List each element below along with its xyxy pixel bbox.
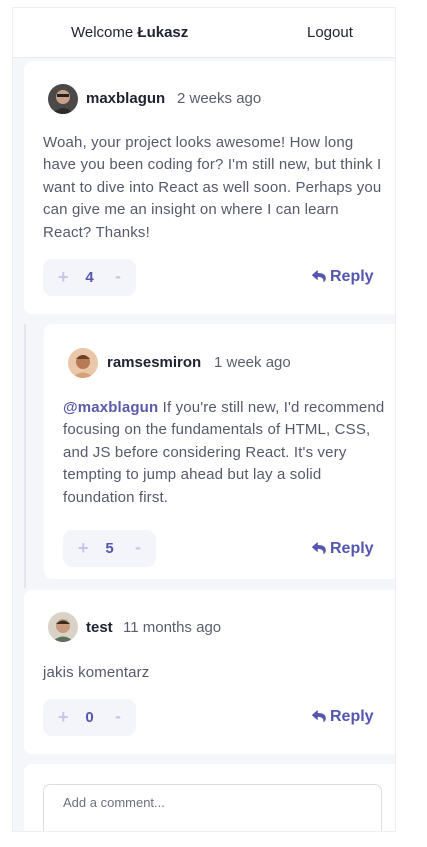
comment-card: test 11 months ago jakis komentarz + 0 -…: [24, 590, 395, 754]
comment-text: Woah, your project looks awesome! How lo…: [43, 134, 382, 241]
vote-control: + 5 -: [63, 530, 156, 567]
vote-control: + 0 -: [43, 699, 136, 736]
app-frame: Welcome Łukasz Logout maxblagun 2 weeks …: [13, 8, 395, 831]
avatar: [48, 612, 78, 642]
comment-username[interactable]: test: [86, 619, 113, 636]
reply-label: Reply: [330, 540, 374, 557]
comment-username[interactable]: ramsesmiron: [107, 354, 201, 371]
comment-time: 11 months ago: [123, 619, 222, 636]
comment-input-placeholder: Add a comment...: [63, 795, 165, 810]
reply-arrow-icon: [312, 270, 326, 282]
comment-time: 2 weeks ago: [177, 90, 262, 107]
vote-control: + 4 -: [43, 259, 136, 296]
reply-button[interactable]: Reply: [312, 708, 374, 726]
comment-username[interactable]: maxblagun: [86, 90, 165, 107]
reply-arrow-icon: [312, 542, 326, 554]
logout-button[interactable]: Logout: [307, 24, 353, 41]
welcome-prefix: Welcome: [71, 24, 134, 41]
vote-score: 4: [85, 269, 94, 286]
comment-text: @maxblagun If you're still new, I'd reco…: [63, 397, 385, 509]
mention-link[interactable]: @maxblagun: [63, 399, 158, 416]
current-username: Łukasz: [137, 24, 189, 41]
reply-button[interactable]: Reply: [312, 540, 374, 558]
reply-thread-line: [24, 324, 26, 588]
vote-score: 0: [85, 709, 94, 726]
avatar: [48, 84, 78, 114]
reply-arrow-icon: [312, 710, 326, 722]
reply-button[interactable]: Reply: [312, 268, 374, 286]
welcome-text: Welcome Łukasz: [71, 24, 188, 41]
downvote-button[interactable]: -: [135, 537, 141, 558]
vote-score: 5: [105, 540, 114, 557]
comment-card: maxblagun 2 weeks ago Woah, your project…: [24, 61, 395, 314]
reply-label: Reply: [330, 268, 374, 285]
downvote-button[interactable]: -: [115, 706, 121, 727]
comment-input[interactable]: Add a comment...: [43, 784, 382, 831]
top-bar: Welcome Łukasz Logout: [13, 8, 395, 58]
reply-label: Reply: [330, 708, 374, 725]
reply-comment-card: ramsesmiron 1 week ago @maxblagun If you…: [44, 324, 395, 579]
downvote-button[interactable]: -: [115, 266, 121, 287]
comment-time: 1 week ago: [214, 354, 291, 371]
comment-text: jakis komentarz: [43, 664, 150, 681]
avatar: [68, 348, 98, 378]
